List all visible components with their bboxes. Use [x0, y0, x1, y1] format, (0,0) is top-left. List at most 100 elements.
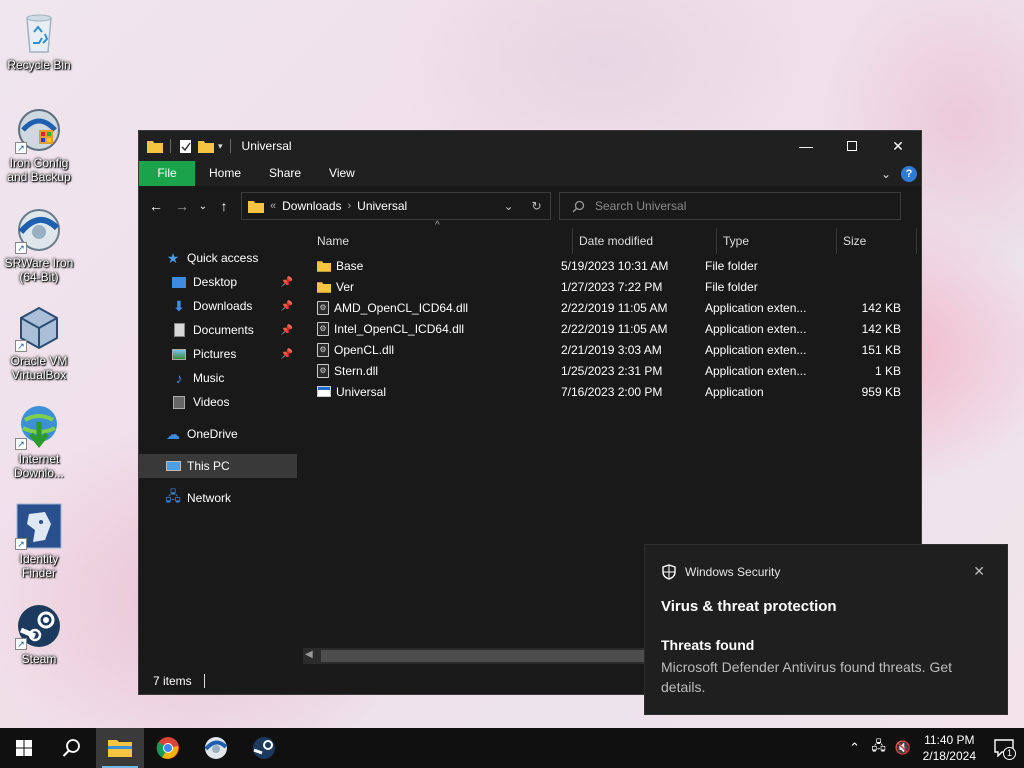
sort-ascending-icon: ^: [435, 220, 440, 231]
title-bar[interactable]: ▾ Universal — ✕: [139, 131, 921, 161]
up-button[interactable]: ↑: [211, 193, 237, 219]
srware-iron-icon: [204, 737, 228, 759]
new-folder-icon[interactable]: [198, 140, 214, 153]
file-name: Intel_OpenCL_ICD64.dll: [334, 321, 465, 336]
recent-locations-button[interactable]: ⌄: [195, 193, 211, 219]
scroll-left-icon[interactable]: ◀: [305, 649, 313, 660]
notification-title: Virus & threat protection: [661, 598, 837, 615]
minimize-button[interactable]: —: [783, 131, 829, 161]
show-hidden-icons-button[interactable]: ⌃: [843, 740, 867, 756]
file-row[interactable]: ⚙ Intel_OpenCL_ICD64.dll 2/22/2019 11:05 A…: [297, 318, 921, 339]
taskbar-srware-iron[interactable]: [192, 728, 240, 768]
expand-ribbon-icon[interactable]: ⌄: [881, 167, 891, 181]
desktop-icon-internet-download[interactable]: ↗ Internet Downlo...: [4, 402, 74, 480]
search-box[interactable]: [559, 192, 901, 220]
security-notification[interactable]: Windows Security ✕ Virus & threat protec…: [644, 544, 1008, 715]
file-explorer-icon: [108, 740, 132, 757]
file-row[interactable]: Ver 1/27/2023 7:22 PM File folder: [297, 276, 921, 297]
close-button[interactable]: ✕: [875, 131, 921, 161]
help-icon[interactable]: ?: [901, 165, 917, 182]
scrollbar-thumb[interactable]: [321, 650, 661, 662]
star-icon: ★: [166, 249, 180, 266]
file-type: Application exten...: [705, 300, 807, 315]
maximize-icon: [847, 141, 857, 151]
shortcut-arrow-icon: ↗: [15, 438, 27, 450]
clock[interactable]: 11:40 PM 2/18/2024: [915, 732, 984, 764]
breadcrumb-downloads[interactable]: Downloads: [282, 199, 341, 213]
file-row[interactable]: Base 5/19/2023 10:31 AM File folder: [297, 255, 921, 276]
file-row[interactable]: Universal 7/16/2023 2:00 PM Application 959…: [297, 381, 921, 402]
action-center-button[interactable]: 1: [984, 728, 1024, 768]
computer-icon: [165, 458, 181, 474]
volume-button[interactable]: 🔇: [891, 740, 915, 756]
desktop-icon-identity-finder[interactable]: ↗ Identity Finder: [4, 502, 74, 580]
dll-file-icon: ⚙: [317, 300, 329, 315]
breadcrumb-overflow[interactable]: «: [270, 200, 276, 212]
nav-onedrive[interactable]: ☁ OneDrive: [139, 422, 297, 446]
breadcrumb-separator-icon[interactable]: ›: [348, 200, 352, 212]
virtualbox-icon: ↗: [15, 304, 63, 352]
nav-desktop[interactable]: Desktop 📌: [139, 270, 297, 294]
tab-file[interactable]: File: [139, 161, 195, 186]
file-name-cell: ⚙ Stern.dll: [297, 363, 553, 378]
speaker-muted-icon: 🔇: [894, 740, 911, 755]
customize-toolbar-icon[interactable]: ▾: [218, 141, 223, 152]
nav-videos[interactable]: Videos: [139, 390, 297, 414]
desktop-icon-virtualbox[interactable]: ↗ Oracle VM VirtualBox: [4, 304, 74, 382]
column-name[interactable]: Name: [297, 228, 573, 254]
desktop-icon-recycle-bin[interactable]: Recycle Bin: [4, 8, 74, 72]
file-rows: Base 5/19/2023 10:31 AM File folder Ver 1/27…: [297, 254, 921, 402]
search-input[interactable]: [595, 199, 875, 213]
start-button[interactable]: [0, 728, 48, 768]
column-size[interactable]: Size: [837, 228, 917, 254]
file-row[interactable]: ⚙ OpenCL.dll 2/21/2019 3:03 AM Application …: [297, 339, 921, 360]
shortcut-arrow-icon: ↗: [15, 638, 27, 650]
file-row[interactable]: ⚙ AMD_OpenCL_ICD64.dll 2/22/2019 11:05 AM A…: [297, 297, 921, 318]
file-type: Application: [705, 384, 764, 399]
shortcut-arrow-icon: ↗: [15, 538, 27, 550]
file-name: OpenCL.dll: [334, 342, 395, 357]
nav-pictures[interactable]: Pictures 📌: [139, 342, 297, 366]
network-icon: 🖧: [871, 738, 886, 753]
nav-this-pc[interactable]: This PC: [139, 454, 297, 478]
desktop-icon-iron-config[interactable]: ↗ Iron Config and Backup: [4, 106, 74, 184]
tab-view[interactable]: View: [315, 161, 369, 186]
nav-network[interactable]: 🖧 Network: [139, 486, 297, 510]
file-date: 2/22/2019 11:05 AM: [561, 300, 668, 315]
tab-share[interactable]: Share: [255, 161, 315, 186]
network-status-button[interactable]: 🖧: [867, 737, 891, 759]
close-notification-icon[interactable]: ✕: [973, 563, 991, 580]
file-name-cell: Base: [297, 259, 553, 273]
maximize-button[interactable]: [829, 131, 875, 161]
column-type[interactable]: Type: [717, 228, 837, 254]
file-row[interactable]: ⚙ Stern.dll 1/25/2023 2:31 PM Application e…: [297, 360, 921, 381]
breadcrumb-universal[interactable]: Universal: [357, 199, 407, 213]
desktop-icon-steam[interactable]: ↗ Steam: [4, 602, 74, 666]
taskbar-file-explorer[interactable]: [96, 728, 144, 768]
column-date-modified[interactable]: Date modified: [573, 228, 717, 254]
taskbar-steam[interactable]: [240, 728, 288, 768]
refresh-button[interactable]: ↻: [522, 193, 550, 219]
nav-downloads[interactable]: ⬇ Downloads 📌: [139, 294, 297, 318]
back-button[interactable]: ←: [143, 193, 169, 219]
file-type: Application exten...: [705, 321, 807, 336]
pin-icon: 📌: [280, 300, 293, 312]
search-button[interactable]: [48, 728, 96, 768]
folder-icon: [317, 260, 331, 272]
column-headers: ^ Name Date modified Type Size: [297, 220, 921, 254]
nav-documents[interactable]: Documents 📌: [139, 318, 297, 342]
taskbar-chrome[interactable]: [144, 728, 192, 768]
chevron-up-icon: ⌃: [849, 740, 861, 755]
properties-icon[interactable]: [178, 139, 194, 153]
refresh-icon: ↻: [531, 199, 542, 213]
tab-home[interactable]: Home: [195, 161, 255, 186]
desktop-icon-srware-iron[interactable]: ↗ SRWare Iron (64-Bit): [4, 206, 74, 284]
nav-music[interactable]: ♪ Music: [139, 366, 297, 390]
file-date: 5/19/2023 10:31 AM: [561, 258, 669, 273]
address-dropdown-button[interactable]: ⌄: [494, 193, 522, 219]
forward-button[interactable]: →: [169, 193, 195, 219]
nav-quick-access[interactable]: ★ Quick access: [139, 246, 297, 270]
file-name: Universal: [336, 384, 387, 399]
address-bar[interactable]: « Downloads › Universal ⌄ ↻: [241, 192, 551, 220]
file-name-cell: Universal: [297, 385, 553, 399]
